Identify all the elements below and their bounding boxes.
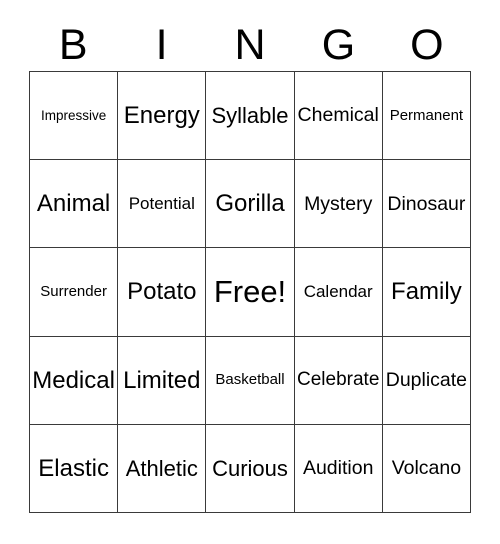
bingo-cell[interactable]: Audition bbox=[294, 424, 383, 513]
bingo-card: B I N G O Impressive Energy Syllable Chemic… bbox=[0, 0, 500, 544]
bingo-free-space-cell[interactable]: Free! bbox=[206, 248, 295, 337]
bingo-cell-label: Family bbox=[391, 278, 462, 306]
bingo-cell[interactable]: Duplicate bbox=[382, 336, 471, 425]
bingo-cell[interactable]: Limited bbox=[118, 336, 207, 425]
bingo-cell[interactable]: Athletic bbox=[118, 424, 207, 513]
bingo-cell[interactable]: Potato bbox=[118, 248, 207, 337]
bingo-cell[interactable]: Syllable bbox=[206, 72, 295, 161]
bingo-cell[interactable]: Elastic bbox=[30, 424, 119, 513]
bingo-cell[interactable]: Energy bbox=[118, 72, 207, 161]
bingo-cell-label: Limited bbox=[123, 366, 201, 394]
bingo-cell-label: Free! bbox=[213, 273, 287, 309]
bingo-cell[interactable]: Mystery bbox=[294, 160, 383, 249]
bingo-cell-label: Potential bbox=[128, 193, 195, 213]
bingo-cell[interactable]: Gorilla bbox=[206, 160, 295, 249]
bingo-cell[interactable]: Potential bbox=[118, 160, 207, 249]
bingo-cell[interactable]: Family bbox=[382, 248, 471, 337]
bingo-cell-label: Potato bbox=[127, 278, 197, 306]
bingo-cell-label: Impressive bbox=[40, 107, 107, 123]
header-letter-i: I bbox=[155, 21, 168, 69]
header-letter-b: B bbox=[58, 21, 88, 69]
bingo-cell[interactable]: Dinosaur bbox=[382, 160, 471, 249]
header-letter-o: O bbox=[410, 21, 444, 69]
bingo-cell-label: Surrender bbox=[40, 283, 107, 301]
bingo-cell-label: Energy bbox=[123, 102, 200, 129]
bingo-cell-label: Curious bbox=[212, 455, 288, 481]
bingo-cell[interactable]: Impressive bbox=[30, 72, 119, 161]
bingo-cell-label: Elastic bbox=[38, 454, 109, 482]
bingo-cell-label: Audition bbox=[302, 457, 374, 480]
bingo-cell[interactable]: Celebrate bbox=[294, 336, 383, 425]
bingo-cell-label: Dinosaur bbox=[387, 192, 466, 215]
bingo-cell-label: Calendar bbox=[303, 282, 373, 302]
bingo-cell[interactable]: Calendar bbox=[294, 248, 383, 337]
bingo-grid: Impressive Energy Syllable Chemical Permanen… bbox=[29, 71, 471, 513]
bingo-cell-label: Volcano bbox=[391, 457, 462, 480]
bingo-cell-label: Celebrate bbox=[297, 369, 380, 391]
bingo-cell[interactable]: Basketball bbox=[206, 336, 295, 425]
bingo-cell-label: Animal bbox=[36, 190, 111, 218]
bingo-cell[interactable]: Volcano bbox=[382, 424, 471, 513]
bingo-cell[interactable]: Curious bbox=[206, 424, 295, 513]
bingo-cell-label: Permanent bbox=[389, 106, 464, 124]
bingo-header: B I N G O bbox=[29, 20, 471, 71]
bingo-cell[interactable]: Permanent bbox=[382, 72, 471, 161]
bingo-cell-label: Athletic bbox=[125, 455, 198, 481]
bingo-cell-label: Medical bbox=[32, 366, 115, 394]
bingo-cell[interactable]: Animal bbox=[30, 160, 119, 249]
bingo-cell-label: Syllable bbox=[211, 103, 289, 129]
bingo-cell[interactable]: Chemical bbox=[294, 72, 383, 161]
bingo-cell-label: Duplicate bbox=[385, 368, 468, 391]
header-letter-n: N bbox=[234, 21, 266, 69]
bingo-cell-label: Chemical bbox=[297, 104, 379, 127]
header-letter-g: G bbox=[321, 21, 356, 69]
bingo-cell[interactable]: Medical bbox=[30, 336, 119, 425]
bingo-cell[interactable]: Surrender bbox=[30, 248, 119, 337]
bingo-cell-label: Gorilla bbox=[215, 190, 285, 218]
bingo-cell-label: Mystery bbox=[304, 192, 373, 215]
bingo-cell-label: Basketball bbox=[215, 371, 285, 389]
